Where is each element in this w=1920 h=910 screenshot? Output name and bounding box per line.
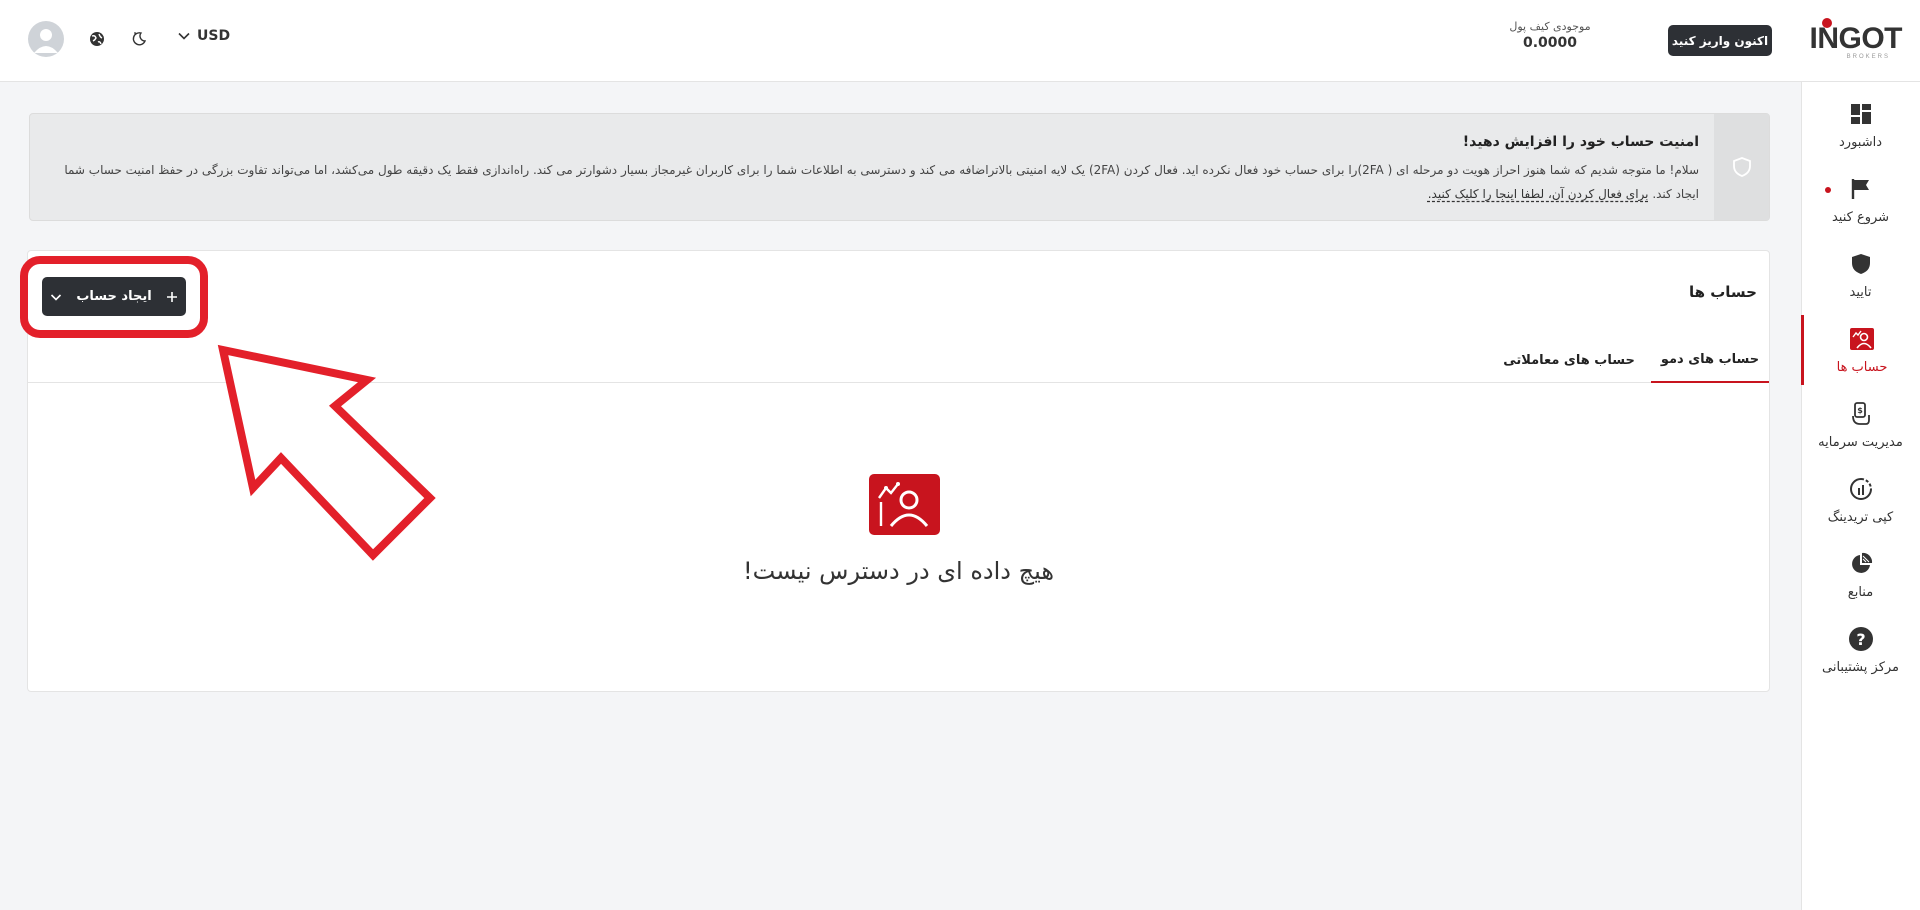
svg-text:?: ? <box>1856 630 1865 649</box>
sidebar-item-label: مرکز پشتیبانی <box>1821 659 1900 675</box>
accounts-title: حساب ها <box>1688 283 1757 301</box>
banner-body: سلام! ما متوجه شدیم که شما هنوز احراز هو… <box>59 158 1699 206</box>
sidebar-item-verification[interactable]: تایید <box>1801 240 1920 310</box>
notification-dot <box>1825 187 1831 193</box>
sidebar-item-copy-trading[interactable]: کپی تریدینگ <box>1801 465 1920 535</box>
svg-text:$: $ <box>1857 406 1863 415</box>
tab-demo-accounts[interactable]: حساب های دمو <box>1651 337 1769 383</box>
currency-selector[interactable]: USD <box>177 28 230 44</box>
globe-icon <box>90 32 104 46</box>
sidebar-item-label: کپی تریدینگ <box>1827 509 1894 525</box>
sidebar-item-label: داشبورد <box>1839 134 1882 150</box>
accounts-icon <box>1849 326 1875 352</box>
user-icon <box>34 29 58 53</box>
main-sidebar: داشبورد شروع کنید تایید حساب ها $ مدیریت… <box>1801 82 1920 910</box>
security-2fa-banner: امنیت حساب خود را افزایش دهید! سلام! ما … <box>29 113 1770 221</box>
shield-icon <box>1848 251 1874 277</box>
wallet-balance: موجودی کیف پول 0.0000 <box>1480 20 1620 51</box>
tab-trading-accounts[interactable]: حساب های معاملاتی <box>1499 337 1639 383</box>
ingot-logo[interactable]: INGOT BROKERS <box>1810 18 1902 60</box>
sidebar-item-label: حساب ها <box>1836 359 1888 375</box>
moon-icon <box>132 32 147 46</box>
annotation-highlight-box <box>20 256 208 338</box>
shield-outline-icon <box>1732 157 1751 177</box>
sidebar-item-support[interactable]: ? مرکز پشتیبانی <box>1801 615 1920 685</box>
sidebar-item-get-started[interactable]: شروع کنید <box>1801 165 1920 235</box>
sidebar-item-fund-management[interactable]: $ مدیریت سرمایه <box>1801 390 1920 460</box>
empty-accounts-icon <box>869 474 940 535</box>
dashboard-icon <box>1848 101 1874 127</box>
help-icon: ? <box>1848 626 1874 652</box>
sidebar-item-resources[interactable]: منابع <box>1801 540 1920 610</box>
banner-icon-box <box>1714 114 1769 220</box>
sidebar-item-label: تایید <box>1849 284 1872 300</box>
user-avatar[interactable] <box>28 21 64 57</box>
annotation-arrow <box>217 344 436 561</box>
sidebar-item-label: شروع کنید <box>1831 209 1890 225</box>
sidebar-item-dashboard[interactable]: داشبورد <box>1801 90 1920 160</box>
wallet-label: موجودی کیف پول <box>1509 20 1591 33</box>
flag-icon <box>1848 176 1874 202</box>
currency-label: USD <box>197 28 231 44</box>
enable-2fa-link[interactable]: برای فعال کردن آن، لطفا اینجا را کلیک کن… <box>1428 187 1649 201</box>
sidebar-item-label: مدیریت سرمایه <box>1818 434 1903 450</box>
money-hand-icon: $ <box>1848 401 1874 427</box>
wallet-value: 0.0000 <box>1522 35 1578 51</box>
logo-sub: BROKERS <box>1846 54 1890 60</box>
banner-title: امنیت حساب خود را افزایش دهید! <box>1462 134 1699 150</box>
top-header: INGOT BROKERS اکنون واریز کنید موجودی کی… <box>0 0 1920 82</box>
copy-trading-icon <box>1848 476 1874 502</box>
sidebar-item-accounts[interactable]: حساب ها <box>1801 315 1920 385</box>
sidebar-item-label: منابع <box>1847 584 1874 600</box>
theme-toggle[interactable] <box>126 26 152 52</box>
language-selector[interactable] <box>84 26 110 52</box>
deposit-now-button[interactable]: اکنون واریز کنید <box>1668 25 1772 56</box>
chevron-down-icon <box>178 32 190 40</box>
logo-word: INGOT <box>1809 22 1903 55</box>
pie-chart-icon <box>1848 551 1874 577</box>
